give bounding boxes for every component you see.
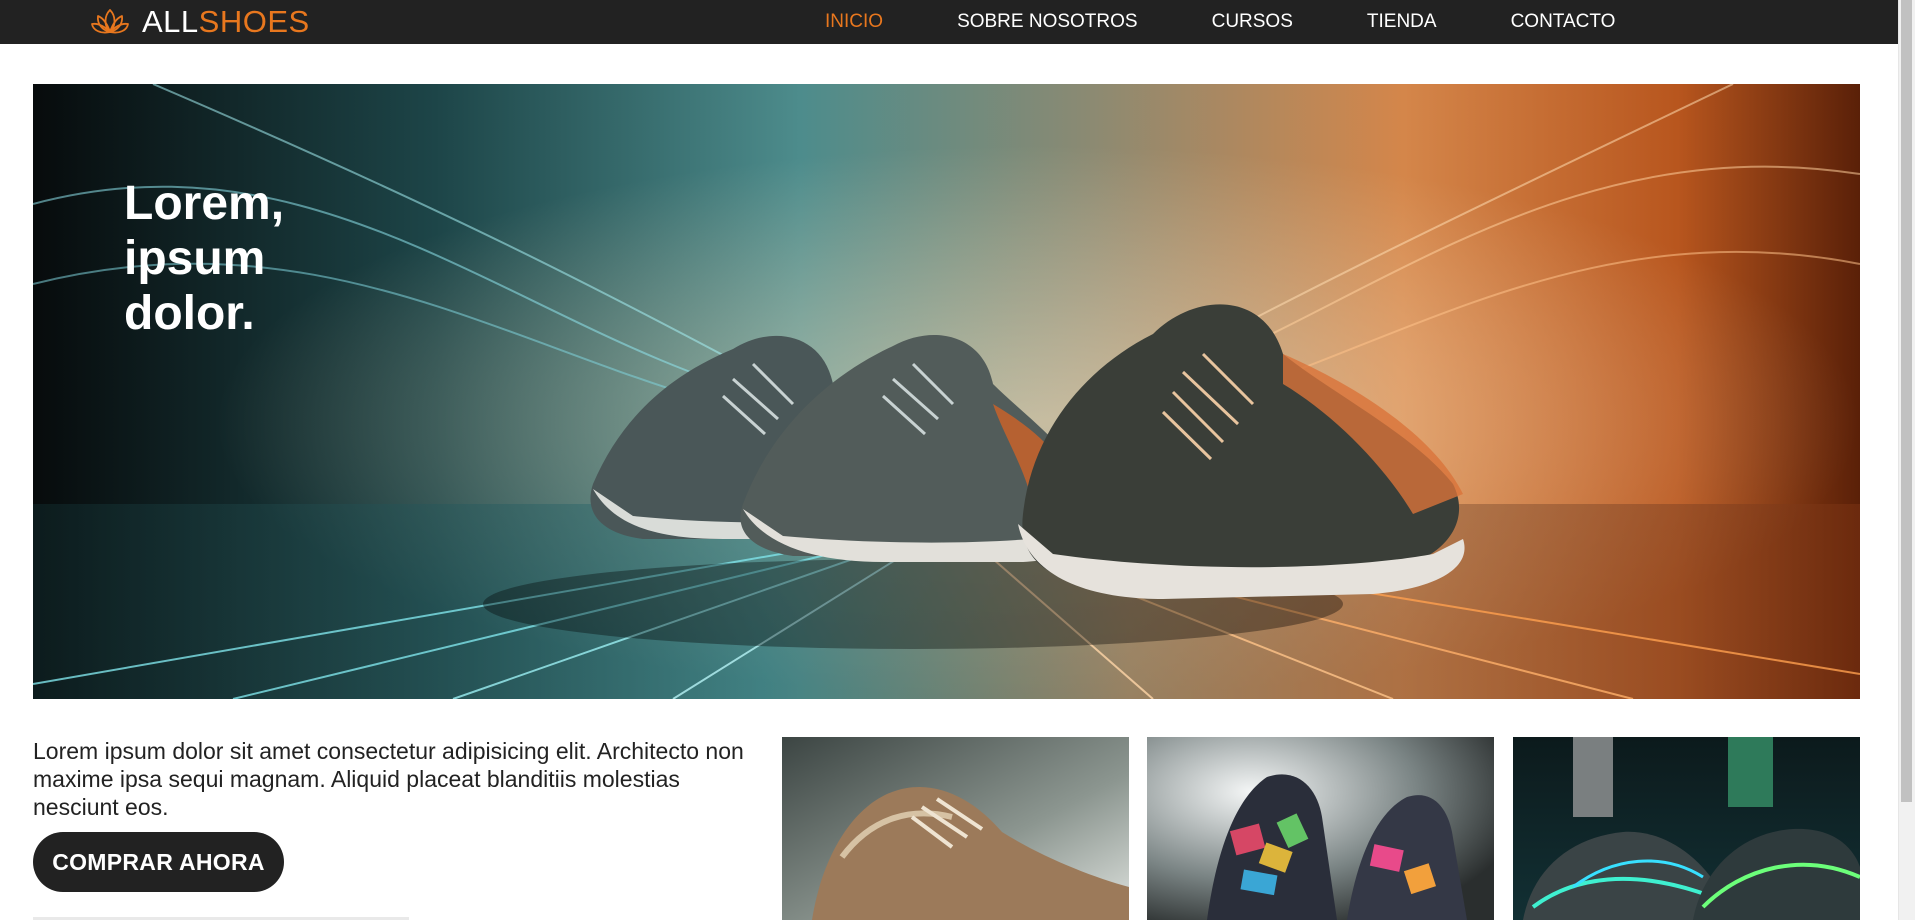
hero-title: Lorem, ipsum dolor. [124, 177, 285, 340]
nav-item-sobre-nosotros[interactable]: SOBRE NOSOTROS [957, 0, 1138, 44]
nav-item-inicio[interactable]: INICIO [825, 0, 883, 44]
brown-sneaker-image [782, 737, 1129, 920]
comprar-ahora-button[interactable]: COMPRAR AHORA [33, 832, 284, 892]
product-thumbnail-2[interactable] [1147, 737, 1494, 920]
brand-name-part1: ALL [142, 4, 199, 39]
top-navbar: ALLSHOES INICIO SOBRE NOSOTROS CURSOS TI… [0, 0, 1898, 44]
logo-link[interactable]: ALLSHOES [90, 4, 310, 40]
nav-item-cursos[interactable]: CURSOS [1212, 0, 1293, 44]
product-thumbnail-1[interactable] [782, 737, 1129, 920]
nav-item-tienda[interactable]: TIENDA [1367, 0, 1437, 44]
scrollbar-thumb[interactable] [1901, 0, 1912, 802]
main-nav: INICIO SOBRE NOSOTROS CURSOS TIENDA CONT… [825, 0, 1689, 44]
colorful-sneaker-image [1147, 737, 1494, 920]
hero-banner: Lorem, ipsum dolor. [33, 84, 1860, 699]
brand-name-part2: SHOES [198, 4, 310, 39]
product-thumbnail-3[interactable] [1513, 737, 1860, 920]
intro-text: Lorem ipsum dolor sit amet consectetur a… [33, 738, 744, 820]
neon-sneaker-image [1513, 737, 1860, 920]
brand-name: ALLSHOES [142, 4, 310, 40]
lotus-icon [91, 9, 129, 34]
nav-item-contacto[interactable]: CONTACTO [1511, 0, 1616, 44]
